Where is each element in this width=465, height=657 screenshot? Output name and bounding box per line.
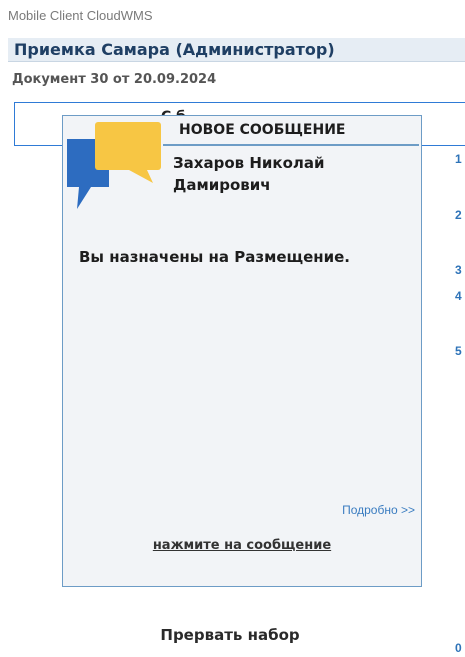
row-number: 1 — [455, 152, 462, 166]
tap-message-hint[interactable]: нажмите на сообщение — [63, 538, 421, 553]
document-info: Документ 30 от 20.09.2024 — [12, 72, 217, 87]
app-title: Mobile Client CloudWMS — [8, 8, 153, 23]
row-number: 2 — [455, 208, 462, 222]
message-text: Вы назначены на Размещение. — [79, 248, 351, 266]
page-title: Приемка Самара (Администратор) — [14, 40, 335, 59]
header-bar: Приемка Самара (Администратор) — [8, 38, 465, 62]
row-number: 5 — [455, 344, 462, 358]
abort-picking-button[interactable]: Прервать набор — [130, 622, 330, 648]
popup-heading: НОВОЕ СООБЩЕНИЕ — [179, 122, 346, 138]
chat-bubbles-icon — [67, 122, 161, 209]
row-number: 4 — [455, 289, 462, 303]
new-message-popup[interactable]: НОВОЕ СООБЩЕНИЕ Захаров Николай Дамирови… — [62, 115, 422, 587]
details-link[interactable]: Подробно >> — [342, 503, 415, 517]
popup-divider — [163, 144, 419, 146]
message-sender: Захаров Николай Дамирович — [173, 154, 325, 194]
row-number: 0 — [455, 641, 462, 655]
row-number: 3 — [455, 263, 462, 277]
